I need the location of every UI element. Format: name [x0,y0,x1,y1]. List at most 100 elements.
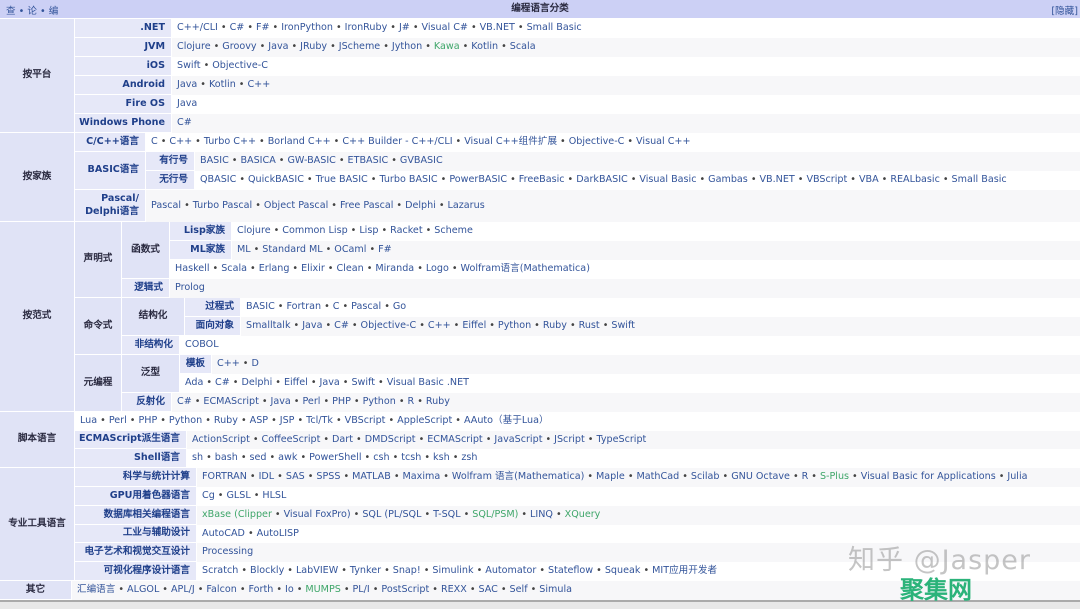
language-link[interactable]: ECMAScript [203,396,258,409]
language-link[interactable]: Jython [392,41,422,54]
language-link[interactable]: Eiffel [462,320,486,333]
view-talk-edit-links[interactable]: 查 • 论 • 编 [6,3,58,17]
language-link[interactable]: Dart [332,434,353,447]
language-link[interactable]: GNU Octave [731,471,790,484]
language-link[interactable]: C [151,136,158,149]
language-link[interactable]: PowerShell [309,452,361,465]
language-link[interactable]: QBASIC [200,174,236,187]
row-label-reflective[interactable]: 反射化 [122,393,171,411]
language-link[interactable]: JRuby [300,41,327,54]
language-link[interactable]: Common Lisp [282,225,347,238]
language-link[interactable]: Turbo BASIC [379,174,437,187]
language-link[interactable]: Small Basic [527,22,582,35]
language-link[interactable]: Squeak [605,565,641,578]
row-label-template[interactable]: 模板 [180,355,211,373]
row-label-shell[interactable]: Shell语言 [75,449,186,467]
language-link[interactable]: xBase (Clipper [202,509,272,522]
language-link[interactable]: IronRuby [345,22,388,35]
language-link[interactable]: IronPython [281,22,333,35]
language-link[interactable]: Java [177,98,197,111]
language-link[interactable]: Wolfram 语言(Mathematica) [452,471,584,484]
language-link[interactable]: SQL (PL/SQL [362,509,421,522]
row-label-wp[interactable]: Windows Phone [75,114,171,132]
language-link[interactable]: Python [363,396,396,409]
language-link[interactable]: AutoCAD [202,528,245,541]
language-link[interactable]: Object Pascal [264,200,328,213]
language-link[interactable]: Standard ML [262,244,322,257]
language-link[interactable]: VB.NET [759,174,794,187]
row-label-art[interactable]: 电子艺术和视觉交互设计 [75,543,196,561]
language-link[interactable]: REXX [441,584,467,597]
language-link[interactable]: MathCad [637,471,680,484]
language-link[interactable]: Visual FoxPro) [284,509,351,522]
language-link[interactable]: ML [237,244,251,257]
hide-toggle-button[interactable]: [隐藏] [1051,3,1078,17]
language-link[interactable]: SAC [479,584,498,597]
language-link[interactable]: Perl [109,415,127,428]
language-link[interactable]: SQL/PSM) [472,509,518,522]
language-link[interactable]: Small Basic [952,174,1007,187]
language-link[interactable]: REALbasic [890,174,940,187]
language-link[interactable]: Racket [390,225,423,238]
language-link[interactable]: C# [215,377,230,390]
language-link[interactable]: Scala [221,263,247,276]
language-link[interactable]: JSP [280,415,295,428]
language-link[interactable]: R [802,471,809,484]
language-link[interactable]: Ruby [214,415,238,428]
language-link[interactable]: Ruby [426,396,450,409]
row-label-ecma[interactable]: ECMAScript派生语言 [75,431,186,448]
language-link[interactable]: Clojure [237,225,271,238]
language-link[interactable]: AppleScript [397,415,452,428]
language-link[interactable]: GLSL [226,490,250,503]
language-link[interactable]: PHP [332,396,351,409]
language-link[interactable]: Scala [510,41,536,54]
language-link[interactable]: T-SQL [433,509,460,522]
language-link[interactable]: Logo [426,263,449,276]
row-label-jvm[interactable]: JVM [75,38,171,56]
language-link[interactable]: ALGOL [127,584,159,597]
language-link[interactable]: Visual C++组件扩展 [464,136,557,149]
row-label-db[interactable]: 数据库相关编程语言 [75,506,196,524]
language-link[interactable]: DarkBASIC [576,174,628,187]
row-label-procedural[interactable]: 过程式 [185,298,240,316]
language-link[interactable]: Java [177,79,197,92]
language-link[interactable]: JScript [554,434,585,447]
language-link[interactable]: Pascal [151,200,181,213]
language-link[interactable]: 汇编语言 [77,584,115,597]
language-link[interactable]: Self [510,584,528,597]
row-label-oop[interactable]: 面向对象 [185,317,240,335]
language-link[interactable]: JavaScript [494,434,542,447]
language-link[interactable]: Groovy [222,41,256,54]
row-label-visual[interactable]: 可视化程序设计语言 [75,562,196,580]
language-link[interactable]: AutoLISP [257,528,299,541]
language-link[interactable]: JScheme [339,41,380,54]
language-link[interactable]: PHP [138,415,157,428]
language-link[interactable]: APL/J [171,584,195,597]
language-link[interactable]: D [251,358,258,371]
row-label-ios[interactable]: iOS [75,57,171,75]
language-link[interactable]: BASICA [240,155,275,168]
language-link[interactable]: Swift [177,60,201,73]
language-link[interactable]: Ruby [543,320,567,333]
language-link[interactable]: VB.NET [480,22,515,35]
language-link[interactable]: F# [256,22,270,35]
language-link[interactable]: Maxima [403,471,441,484]
language-link[interactable]: csh [373,452,389,465]
language-link[interactable]: C++ [247,79,270,92]
language-link[interactable]: ECMAScript [427,434,482,447]
row-label-unstructured[interactable]: 非结构化 [122,336,179,354]
language-link[interactable]: Swift [611,320,635,333]
language-link[interactable]: IDL [259,471,275,484]
language-link[interactable]: Visual Basic .NET [387,377,469,390]
language-link[interactable]: MATLAB [352,471,391,484]
language-link[interactable]: Turbo Pascal [193,200,253,213]
language-link[interactable]: SPSS [316,471,340,484]
language-link[interactable]: Forth [248,584,273,597]
language-link[interactable]: QuickBASIC [248,174,304,187]
language-link[interactable]: Python [169,415,202,428]
row-label-gpu[interactable]: GPU用着色器语言 [75,487,196,505]
row-label-cad[interactable]: 工业与辅助设计 [75,525,196,542]
language-link[interactable]: MIT应用开发者 [652,565,717,578]
row-label-ml[interactable]: ML家族 [170,241,231,259]
language-link[interactable]: GVBASIC [400,155,443,168]
